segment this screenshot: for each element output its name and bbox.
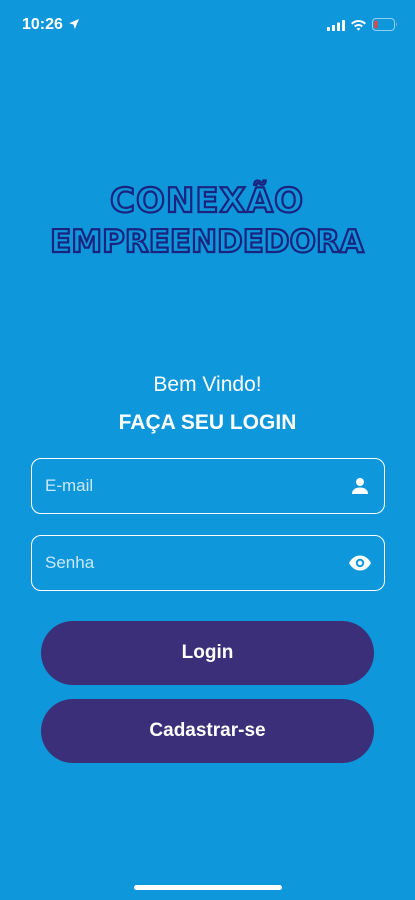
login-heading: FAÇA SEU LOGIN [118,411,297,434]
password-field[interactable] [31,535,385,591]
location-arrow-icon [69,19,79,29]
login-button[interactable]: Login [41,621,374,685]
user-icon [348,474,372,498]
status-time: 10:26 [22,16,63,33]
brand-logo: CONEXÃO EMPREENDEDORA [49,179,365,258]
status-bar: 10:26 [0,0,415,48]
brand-title-line1: CONEXÃO [110,180,304,221]
register-button[interactable]: Cadastrar-se [41,699,374,763]
welcome-text: Bem Vindo! [153,373,262,396]
eye-icon[interactable] [348,551,372,575]
battery-low-icon [372,18,397,31]
cellular-signal-icon [327,20,345,31]
brand-title-line2: EMPREENDEDORA [50,224,364,258]
home-indicator[interactable] [134,885,282,890]
email-field[interactable] [31,458,385,514]
email-input[interactable] [45,476,348,496]
wifi-icon [351,20,366,31]
password-input[interactable] [45,553,348,573]
